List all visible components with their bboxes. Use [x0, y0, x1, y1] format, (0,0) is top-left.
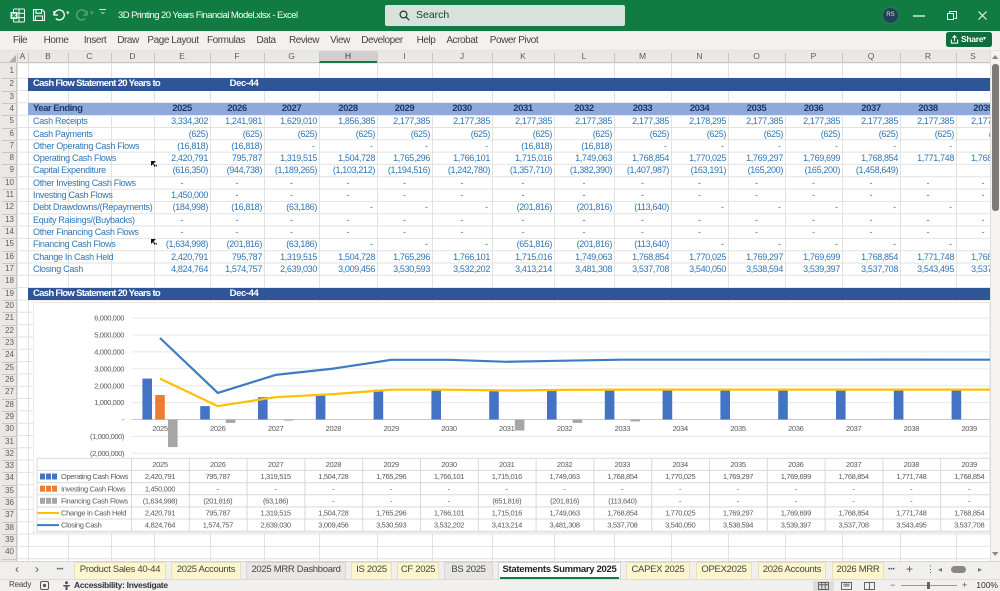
svg-text:2025: 2025	[152, 460, 168, 469]
svg-text:1,768,854: 1,768,854	[607, 509, 637, 518]
svg-text:2036: 2036	[788, 460, 804, 469]
svg-text:2036: 2036	[788, 424, 804, 433]
svg-text:2026: 2026	[210, 460, 226, 469]
svg-text:1,765,296: 1,765,296	[376, 509, 406, 518]
svg-text:2035: 2035	[730, 460, 746, 469]
svg-text:Change In Cash Held: Change In Cash Held	[61, 509, 126, 518]
svg-text:Operating Cash Flows: Operating Cash Flows	[61, 472, 129, 481]
svg-text:3,532,202: 3,532,202	[434, 521, 464, 530]
svg-text:795,787: 795,787	[205, 472, 230, 481]
svg-text:4,000,000: 4,000,000	[94, 348, 124, 357]
svg-text:1,769,297: 1,769,297	[723, 472, 753, 481]
svg-text:2029: 2029	[383, 424, 399, 433]
svg-text:2039: 2039	[961, 460, 977, 469]
svg-text:1,766,101: 1,766,101	[434, 472, 464, 481]
svg-text:2,639,030: 2,639,030	[260, 521, 290, 530]
svg-text:1,769,297: 1,769,297	[723, 509, 753, 518]
svg-text:2,420,791: 2,420,791	[145, 509, 175, 518]
svg-text:2030: 2030	[441, 460, 457, 469]
svg-text:1,574,757: 1,574,757	[203, 521, 233, 530]
svg-text:3,540,050: 3,540,050	[665, 521, 695, 530]
svg-text:2033: 2033	[615, 424, 631, 433]
svg-text:1,769,699: 1,769,699	[781, 509, 811, 518]
svg-text:1,768,854: 1,768,854	[838, 472, 868, 481]
svg-text:(2,000,000): (2,000,000)	[90, 449, 125, 458]
svg-text:2,000,000: 2,000,000	[94, 381, 124, 390]
svg-text:2032: 2032	[557, 460, 573, 469]
svg-text:3,009,456: 3,009,456	[318, 521, 348, 530]
svg-text:1,765,296: 1,765,296	[376, 472, 406, 481]
svg-text:2031: 2031	[499, 460, 515, 469]
svg-text:1,770,025: 1,770,025	[665, 472, 695, 481]
svg-text:4,824,764: 4,824,764	[145, 521, 175, 530]
svg-text:3,481,308: 3,481,308	[549, 521, 579, 530]
svg-text:2039: 2039	[961, 424, 977, 433]
svg-text:1,749,063: 1,749,063	[549, 509, 579, 518]
svg-text:(113,640): (113,640)	[608, 496, 637, 505]
svg-text:3,538,594: 3,538,594	[723, 521, 753, 530]
svg-text:6,000,000: 6,000,000	[94, 314, 124, 323]
svg-text:3,537,708: 3,537,708	[954, 521, 984, 530]
svg-text:1,450,000: 1,450,000	[145, 484, 175, 493]
svg-text:3,543,495: 3,543,495	[896, 521, 926, 530]
svg-text:(201,816): (201,816)	[203, 496, 233, 505]
svg-text:1,504,728: 1,504,728	[318, 509, 348, 518]
svg-text:1,768,854: 1,768,854	[954, 509, 984, 518]
svg-text:2037: 2037	[846, 424, 862, 433]
svg-text:2034: 2034	[672, 460, 688, 469]
svg-text:(63,186): (63,186)	[263, 496, 289, 505]
svg-text:3,000,000: 3,000,000	[94, 364, 124, 373]
svg-text:Investing Cash Flows: Investing Cash Flows	[61, 484, 126, 493]
svg-text:3,530,593: 3,530,593	[376, 521, 406, 530]
svg-text:1,766,101: 1,766,101	[434, 509, 464, 518]
svg-text:2034: 2034	[672, 424, 688, 433]
svg-text:3,539,397: 3,539,397	[781, 521, 811, 530]
svg-text:1,769,699: 1,769,699	[781, 472, 811, 481]
svg-text:2029: 2029	[383, 460, 399, 469]
svg-text:2027: 2027	[268, 460, 284, 469]
svg-text:1,768,854: 1,768,854	[607, 472, 637, 481]
svg-text:1,771,748: 1,771,748	[896, 509, 926, 518]
svg-text:(651,816): (651,816)	[492, 496, 522, 505]
svg-text:(1,634,998): (1,634,998)	[143, 496, 178, 505]
svg-text:1,768,854: 1,768,854	[838, 509, 868, 518]
svg-text:2030: 2030	[441, 424, 457, 433]
svg-text:2028: 2028	[326, 424, 342, 433]
svg-text:1,504,728: 1,504,728	[318, 472, 348, 481]
svg-text:2038: 2038	[904, 460, 920, 469]
svg-text:Financing Cash Flows: Financing Cash Flows	[61, 496, 128, 505]
svg-text:1,319,515: 1,319,515	[260, 472, 290, 481]
svg-text:1,771,748: 1,771,748	[896, 472, 926, 481]
svg-text:3,413,214: 3,413,214	[492, 521, 522, 530]
svg-text:2035: 2035	[730, 424, 746, 433]
svg-text:795,787: 795,787	[205, 509, 230, 518]
svg-text:Closing Cash: Closing Cash	[61, 521, 102, 530]
svg-text:2,420,791: 2,420,791	[145, 472, 175, 481]
svg-text:2033: 2033	[615, 460, 631, 469]
svg-text:2038: 2038	[904, 424, 920, 433]
svg-text:1,768,854: 1,768,854	[954, 472, 984, 481]
svg-text:1,000,000: 1,000,000	[94, 398, 124, 407]
svg-text:(201,816): (201,816)	[550, 496, 580, 505]
svg-text:3,537,708: 3,537,708	[838, 521, 868, 530]
svg-text:1,770,025: 1,770,025	[665, 509, 695, 518]
svg-text:2025: 2025	[152, 424, 168, 433]
svg-text:2027: 2027	[268, 424, 284, 433]
svg-text:2026: 2026	[210, 424, 226, 433]
svg-text:2031: 2031	[499, 424, 515, 433]
svg-text:2028: 2028	[326, 460, 342, 469]
svg-text:1,319,515: 1,319,515	[260, 509, 290, 518]
svg-text:1,749,063: 1,749,063	[549, 472, 579, 481]
svg-text:5,000,000: 5,000,000	[94, 331, 124, 340]
svg-text:(1,000,000): (1,000,000)	[90, 432, 125, 441]
svg-text:2037: 2037	[846, 460, 862, 469]
svg-text:2032: 2032	[557, 424, 573, 433]
svg-text:1,715,016: 1,715,016	[492, 472, 522, 481]
svg-text:1,715,016: 1,715,016	[492, 509, 522, 518]
svg-text:3,537,708: 3,537,708	[607, 521, 637, 530]
